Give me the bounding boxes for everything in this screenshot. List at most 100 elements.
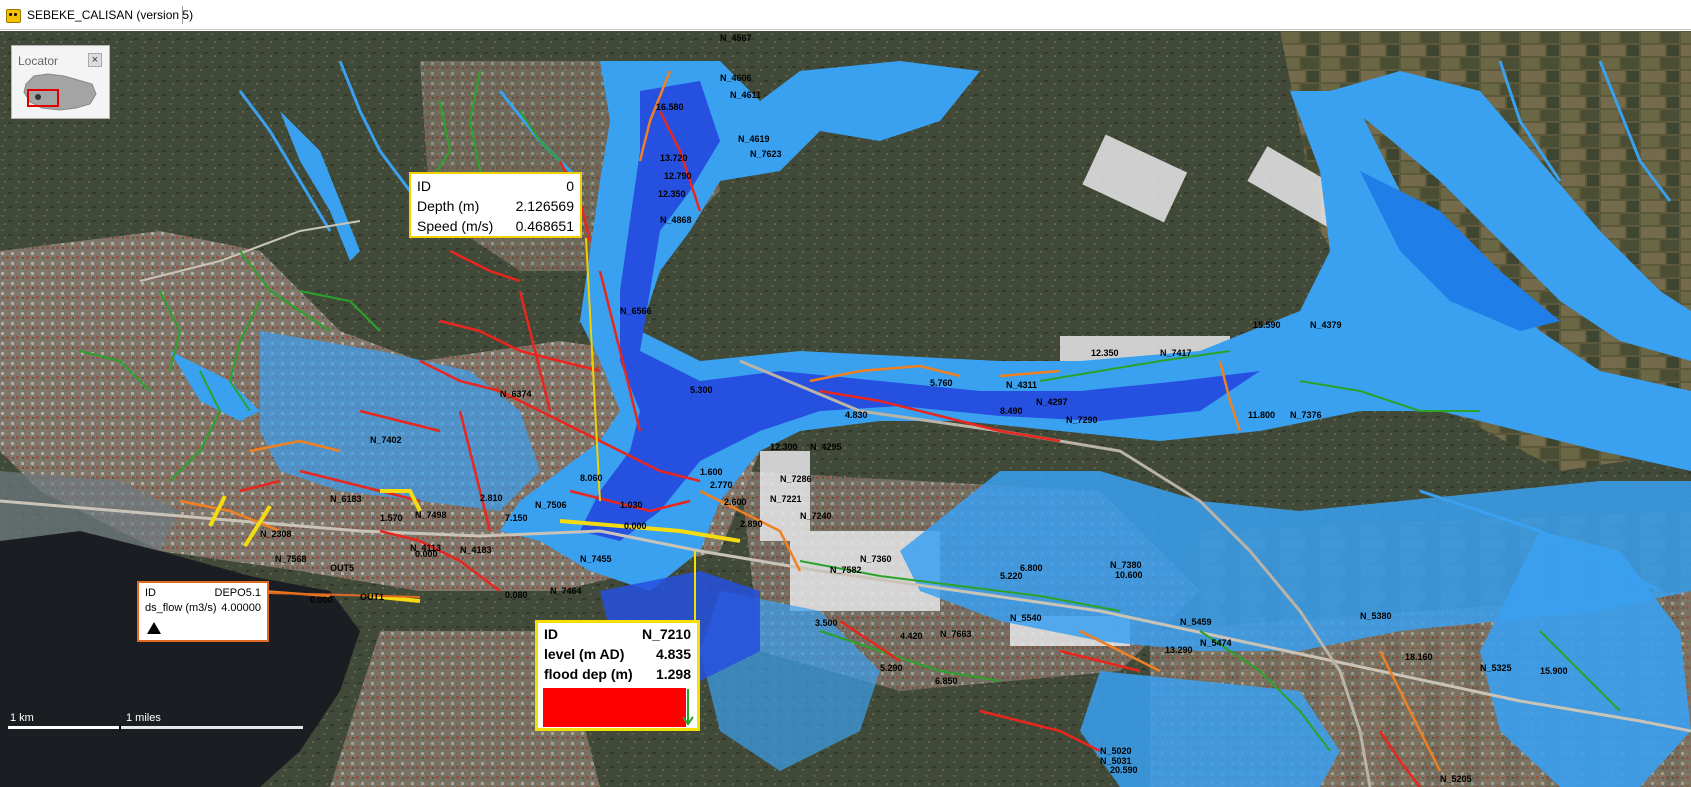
scale-bar-line [8, 725, 303, 731]
tooltip-value: 1.298 [655, 666, 691, 682]
node-label: 0.000 [310, 595, 333, 605]
tooltip-key: level (m AD) [544, 646, 625, 662]
tooltip-key: Depth (m) [417, 198, 480, 214]
node-label: N_5474 [1200, 638, 1232, 648]
node-label: 4.420 [900, 631, 923, 641]
node-label: 3.500 [815, 618, 838, 628]
node-label: 4.830 [845, 410, 868, 420]
node-label: 15.590 [1253, 320, 1281, 330]
node-label: N_7240 [800, 511, 832, 521]
node-label: N_5459 [1180, 617, 1212, 627]
node-label: N_4868 [660, 215, 692, 225]
node-label: N_7663 [940, 629, 972, 639]
node-label: N_7360 [860, 554, 892, 564]
node-label: 13.290 [1165, 645, 1193, 655]
node-label: 6.800 [1020, 563, 1043, 573]
window-title: SEBEKE_CALISAN (version 5) [27, 8, 194, 22]
node-label: N_7380 [1110, 560, 1142, 570]
node-label: N_7221 [770, 494, 802, 504]
tooltip-key: ID [145, 587, 156, 599]
tooltip-key: Speed (m/s) [417, 218, 494, 234]
tooltip-value: 4.835 [655, 646, 691, 662]
node-label: N_2308 [260, 529, 292, 539]
node-label: N_5205 [1440, 774, 1472, 784]
node-label: 7.150 [505, 513, 528, 523]
scale-km-label: 1 km [10, 712, 34, 724]
node-label: N_4567 [720, 33, 752, 43]
node-label: N_6374 [500, 389, 532, 399]
node-label: OUT1 [360, 592, 384, 602]
tooltip-value: 2.126569 [515, 198, 574, 214]
locator-minimap[interactable] [12, 70, 109, 115]
node-label: N_7417 [1160, 348, 1192, 358]
scale-miles-label: 1 miles [126, 712, 161, 724]
node-label: 6.850 [935, 676, 958, 686]
node-label: N_7506 [535, 500, 567, 510]
node-label: 2.890 [740, 519, 763, 529]
node-label: N_7623 [750, 149, 782, 159]
node-label: N_7568 [275, 554, 307, 564]
node-label: 5.290 [880, 663, 903, 673]
tooltip-key: ID [417, 178, 431, 194]
tab-separator [182, 6, 183, 24]
node-label: 0.000 [624, 521, 647, 531]
node-label: N_7582 [830, 565, 862, 575]
node-label: 5.300 [690, 385, 713, 395]
node-label: N_7498 [415, 510, 447, 520]
node-label: 1.600 [700, 467, 723, 477]
close-icon[interactable]: × [88, 53, 102, 67]
node-label: N_4297 [1036, 397, 1068, 407]
node-label: 16.580 [656, 102, 684, 112]
scale-bar: 1 km 1 miles [8, 712, 308, 731]
tooltip-value: 4.00000 [221, 602, 261, 614]
locator-panel[interactable]: Locator × [11, 45, 110, 119]
node-label: N_7376 [1290, 410, 1322, 420]
node-label: N_5540 [1010, 613, 1042, 623]
node-label: N_7286 [780, 474, 812, 484]
node-label: 0.080 [505, 590, 528, 600]
flood-point-tooltip: ID 0 Depth (m) 2.126569 Speed (m/s) 0.46… [409, 172, 582, 238]
tooltip-value: 0.468651 [515, 218, 574, 234]
node-label: 18.160 [1405, 652, 1433, 662]
node-label: 8.490 [1000, 406, 1023, 416]
node-label: N_7402 [370, 435, 402, 445]
locator-title: Locator [18, 54, 59, 68]
tooltip-key: ID [544, 626, 558, 642]
node-label: N_4379 [1310, 320, 1342, 330]
node-label: 1.030 [620, 500, 643, 510]
node-label: N_7464 [550, 586, 582, 596]
node-label: 20.590 [1110, 765, 1138, 775]
node-label: 12.300 [770, 442, 798, 452]
node-label: 2.770 [710, 480, 733, 490]
node-label: N_6183 [330, 494, 362, 504]
node-label: 1.570 [380, 513, 403, 523]
node-label: 15.900 [1540, 666, 1568, 676]
up-triangle-icon [147, 622, 161, 634]
node-label: OUT5 [330, 563, 354, 573]
node-label: N_5020 [1100, 746, 1132, 756]
node-label: 11.800 [1248, 410, 1275, 420]
tooltip-value: N_7210 [641, 626, 691, 642]
node-label: 13.720 [660, 153, 688, 163]
window-titlebar: SEBEKE_CALISAN (version 5) [0, 0, 1691, 30]
map-canvas[interactable]: N_4567 N_4606 N_4611 N_4619 N_7623 N_4868 N_65… [0, 31, 1691, 787]
node-label: N_4606 [720, 73, 752, 83]
node-label: 8.060 [580, 473, 603, 483]
map-view[interactable]: N_4567 N_4606 N_4611 N_4619 N_7623 N_4868 N_65… [0, 31, 1691, 787]
flood-level-bar [543, 688, 686, 727]
node-label: 12.350 [658, 189, 686, 199]
node-label: N_4611 [730, 90, 761, 100]
node-tooltip: ID N_7210 level (m AD) 4.835 flood dep (… [535, 620, 700, 731]
tooltip-key: ds_flow (m3/s) [145, 602, 217, 614]
node-label: N_5325 [1480, 663, 1512, 673]
node-label: 2.600 [724, 497, 747, 507]
node-label: 0.000 [415, 549, 438, 559]
node-label: N_6566 [620, 306, 652, 316]
node-label: N_7455 [580, 554, 612, 564]
node-label: 10.600 [1115, 570, 1143, 580]
node-label: 5.760 [930, 378, 953, 388]
node-label: N_5380 [1360, 611, 1392, 621]
down-arrow-icon [682, 689, 694, 726]
app-icon [6, 9, 21, 23]
node-label: 2.810 [480, 493, 503, 503]
